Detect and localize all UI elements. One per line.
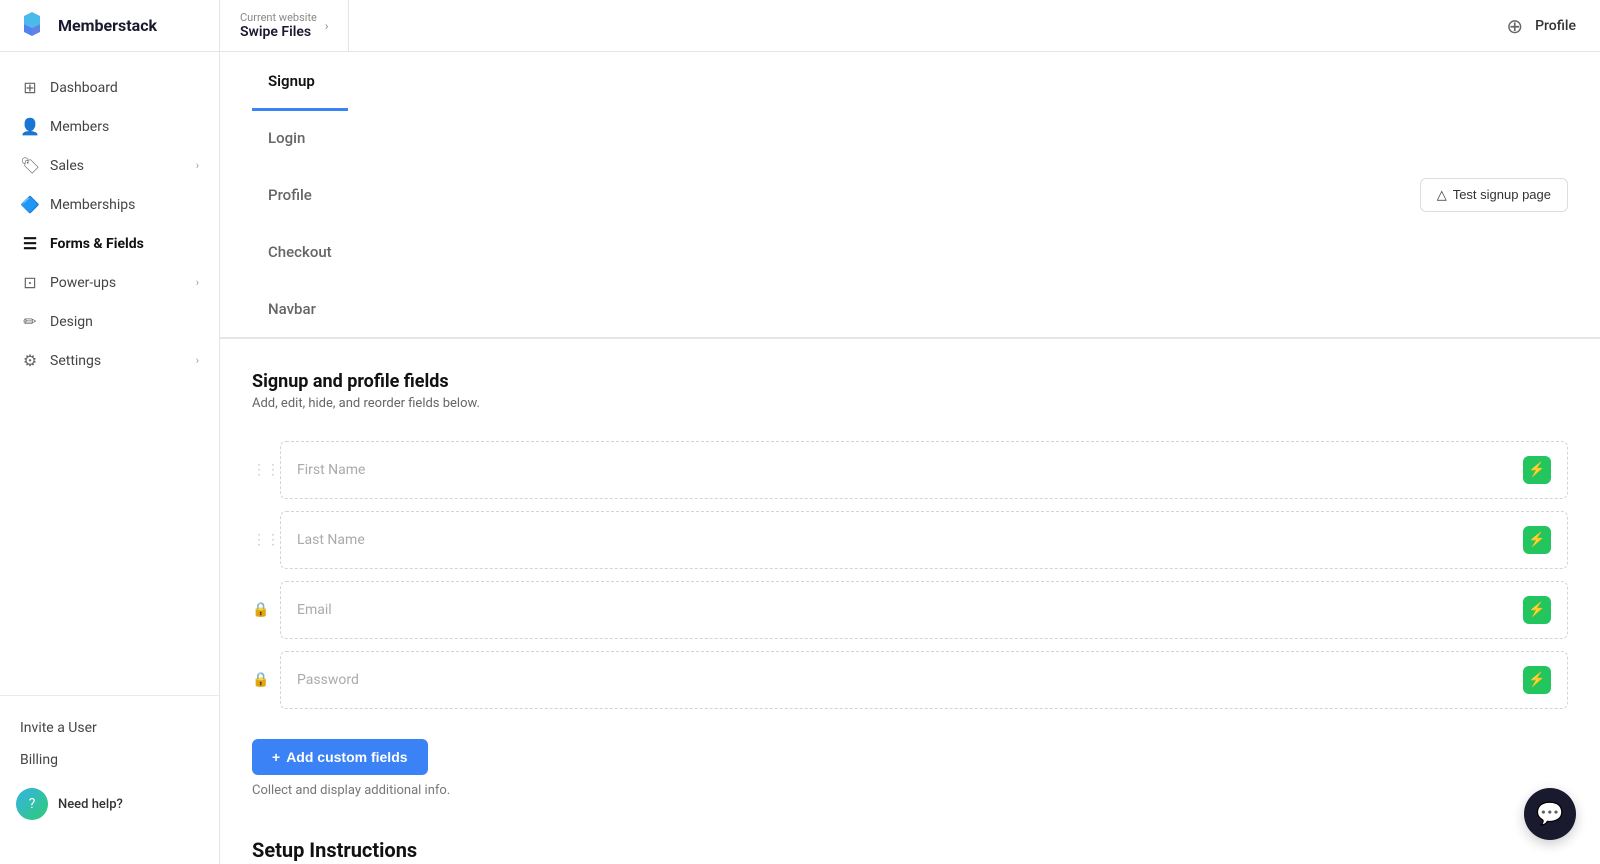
sidebar-label-dashboard: Dashboard	[50, 80, 118, 96]
logo[interactable]: Memberstack	[0, 0, 220, 51]
settings-icon: ⚙	[20, 351, 40, 370]
chevron-right-icon: ›	[325, 19, 329, 33]
sidebar-item-sales[interactable]: 🏷 Sales ›	[0, 146, 219, 185]
chevron-icon: ›	[196, 159, 199, 172]
memberships-icon: 🔷	[20, 195, 40, 214]
sidebar-item-members[interactable]: 👤 Members	[0, 107, 219, 146]
sidebar-item-invite-user[interactable]: Invite a User	[0, 712, 219, 744]
need-help[interactable]: ? Need help?	[0, 776, 219, 832]
sidebar-item-settings[interactable]: ⚙ Settings ›	[0, 341, 219, 380]
sidebar-nav: ⊞ Dashboard 👤 Members 🏷 Sales › 🔷 Member…	[0, 68, 219, 380]
sidebar-label-power-ups: Power-ups	[50, 275, 116, 291]
bolt-badge-password: ⚡	[1523, 666, 1551, 694]
setup-title: Setup Instructions	[252, 838, 1568, 862]
website-name: Swipe Files	[240, 24, 317, 40]
dashboard-icon: ⊞	[20, 78, 40, 97]
main-content: SignupLoginProfileCheckoutNavbar △ Test …	[220, 52, 1600, 864]
test-btn-label: Test signup page	[1453, 187, 1551, 202]
topbar: Memberstack Current website Swipe Files …	[0, 0, 1600, 52]
chat-fab[interactable]: 💬	[1524, 788, 1576, 840]
chat-icon: 💬	[1536, 802, 1563, 827]
test-signup-button[interactable]: △ Test signup page	[1420, 178, 1568, 212]
add-fields-hint: Collect and display additional info.	[252, 783, 1568, 798]
website-label: Current website	[240, 11, 317, 24]
drag-handle-first-name[interactable]: ⋮⋮	[252, 462, 268, 478]
chevron-icon: ›	[196, 354, 199, 367]
bolt-badge-first-name: ⚡	[1523, 456, 1551, 484]
content-card: SignupLoginProfileCheckoutNavbar △ Test …	[220, 52, 1600, 864]
field-input-password[interactable]: Password ⚡	[280, 651, 1568, 709]
profile-button[interactable]: Profile	[1535, 18, 1576, 34]
sales-icon: 🏷	[20, 156, 40, 175]
sidebar-item-forms-fields[interactable]: ☰ Forms & Fields	[0, 224, 219, 263]
tab-profile[interactable]: Profile	[252, 166, 348, 225]
content-body: Signup and profile fields Add, edit, hid…	[220, 339, 1600, 864]
forms-fields-icon: ☰	[20, 234, 40, 253]
sidebar-label-design: Design	[50, 314, 93, 330]
help-text: Need help?	[58, 797, 123, 812]
field-input-first-name[interactable]: First Name ⚡	[280, 441, 1568, 499]
sidebar-label-forms-fields: Forms & Fields	[50, 236, 144, 252]
add-fields-label: Add custom fields	[286, 749, 407, 765]
lock-icon-password: 🔒	[252, 672, 268, 688]
bolt-badge-last-name: ⚡	[1523, 526, 1551, 554]
sidebar-label-members: Members	[50, 119, 109, 135]
add-custom-fields-button[interactable]: + Add custom fields	[252, 739, 428, 775]
sidebar-item-power-ups[interactable]: ⊡ Power-ups ›	[0, 263, 219, 302]
drag-handle-last-name[interactable]: ⋮⋮	[252, 532, 268, 548]
field-input-last-name[interactable]: Last Name ⚡	[280, 511, 1568, 569]
sidebar-item-design[interactable]: ✏ Design	[0, 302, 219, 341]
field-placeholder-password: Password	[297, 672, 359, 688]
field-placeholder-email: Email	[297, 602, 332, 618]
bolt-badge-email: ⚡	[1523, 596, 1551, 624]
sidebar-label-memberships: Memberships	[50, 197, 135, 213]
tab-navbar[interactable]: Navbar	[252, 280, 348, 339]
tab-actions: △ Test signup page	[1420, 166, 1568, 224]
field-placeholder-first-name: First Name	[297, 462, 365, 478]
chevron-icon: ›	[196, 276, 199, 289]
tabs-nav: SignupLoginProfileCheckoutNavbar	[252, 52, 348, 337]
field-row-last-name: ⋮⋮ Last Name ⚡	[252, 505, 1568, 575]
tab-checkout[interactable]: Checkout	[252, 223, 348, 282]
sidebar-item-memberships[interactable]: 🔷 Memberships	[0, 185, 219, 224]
logo-text: Memberstack	[58, 16, 157, 35]
layout: ⊞ Dashboard 👤 Members 🏷 Sales › 🔷 Member…	[0, 52, 1600, 864]
sidebar: ⊞ Dashboard 👤 Members 🏷 Sales › 🔷 Member…	[0, 52, 220, 864]
power-ups-icon: ⊡	[20, 273, 40, 292]
globe-icon: ⊕	[1506, 14, 1523, 38]
field-row-password: 🔒 Password ⚡	[252, 645, 1568, 715]
section-title: Signup and profile fields	[252, 371, 1568, 392]
sidebar-item-billing[interactable]: Billing	[0, 744, 219, 776]
tab-login[interactable]: Login	[252, 109, 348, 168]
sidebar-bottom: Invite a User Billing ? Need help?	[0, 695, 219, 848]
topbar-right: ⊕ Profile	[1482, 14, 1600, 38]
field-input-email[interactable]: Email ⚡	[280, 581, 1568, 639]
section-desc: Add, edit, hide, and reorder fields belo…	[252, 396, 1568, 411]
fields-list: ⋮⋮ First Name ⚡ ⋮⋮ Last Name ⚡ 🔒 Email ⚡…	[252, 435, 1568, 715]
lock-icon-email: 🔒	[252, 602, 268, 618]
help-avatar: ?	[16, 788, 48, 820]
add-icon: +	[272, 749, 280, 765]
members-icon: 👤	[20, 117, 40, 136]
sidebar-label-sales: Sales	[50, 158, 84, 174]
tabs-header: SignupLoginProfileCheckoutNavbar △ Test …	[220, 52, 1600, 339]
field-row-first-name: ⋮⋮ First Name ⚡	[252, 435, 1568, 505]
field-placeholder-last-name: Last Name	[297, 532, 365, 548]
field-row-email: 🔒 Email ⚡	[252, 575, 1568, 645]
tab-signup[interactable]: Signup	[252, 52, 348, 111]
logo-icon	[16, 10, 48, 42]
sidebar-label-settings: Settings	[50, 353, 101, 369]
website-selector[interactable]: Current website Swipe Files ›	[220, 0, 349, 51]
design-icon: ✏	[20, 312, 40, 331]
sidebar-item-dashboard[interactable]: ⊞ Dashboard	[0, 68, 219, 107]
test-icon: △	[1437, 187, 1447, 203]
